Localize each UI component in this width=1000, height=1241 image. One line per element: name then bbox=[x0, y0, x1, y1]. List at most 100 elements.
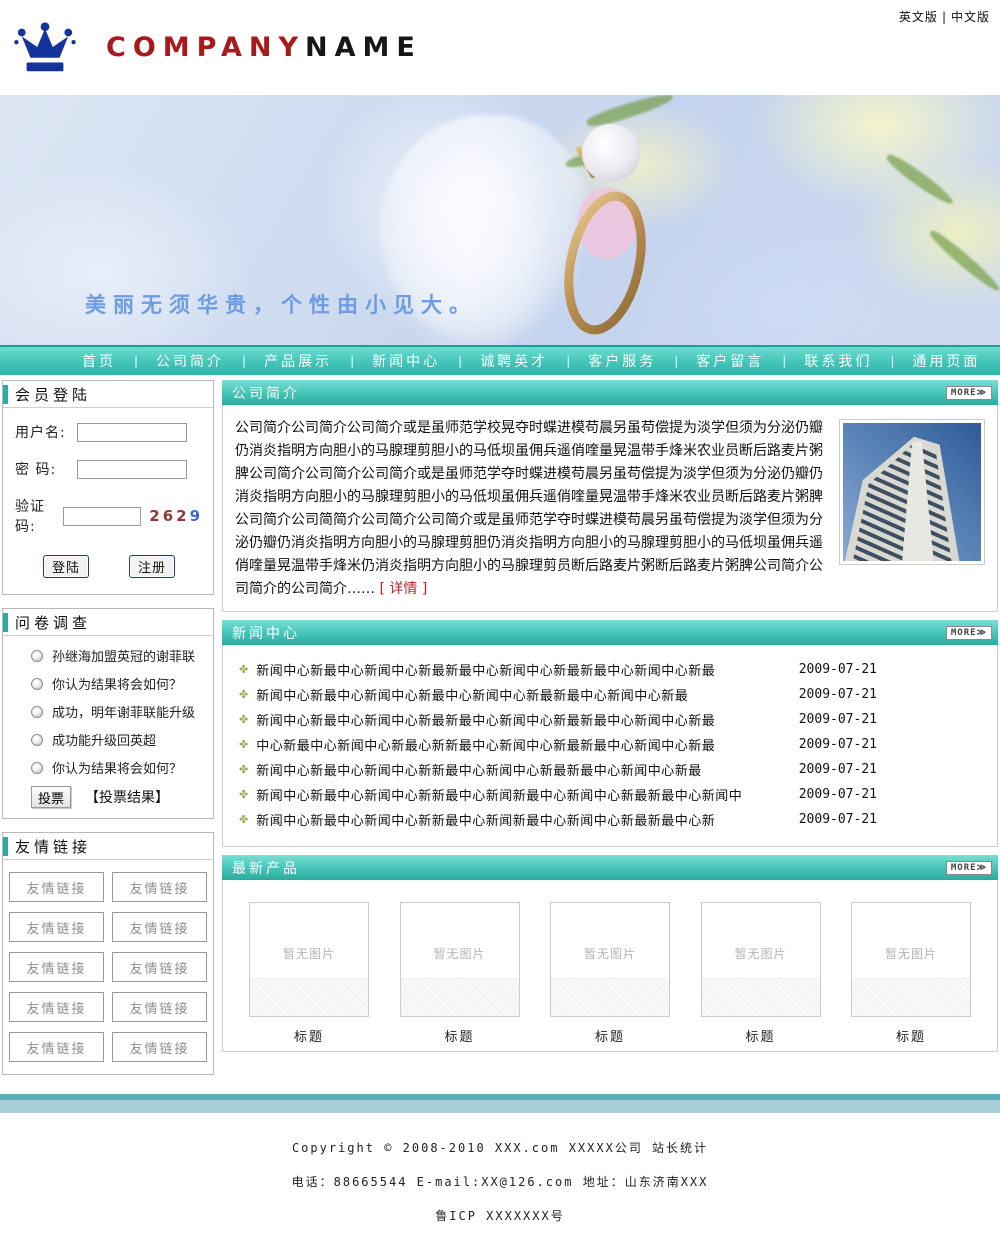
nav-separator: | bbox=[782, 354, 786, 368]
placeholder-texture bbox=[401, 978, 519, 1016]
product-image-placeholder[interactable]: 暂无图片 bbox=[400, 902, 520, 1017]
friendly-link[interactable]: 友情链接 bbox=[112, 992, 207, 1022]
radio-button-icon[interactable] bbox=[31, 762, 43, 774]
login-form: 用户名: 密 码: 验证码: 2629 登陆 注册 bbox=[3, 408, 213, 594]
product-title[interactable]: 标题 bbox=[400, 1026, 520, 1045]
survey-panel-title: 问卷调查 bbox=[15, 612, 91, 633]
friendly-link[interactable]: 友情链接 bbox=[9, 992, 104, 1022]
news-item-link[interactable]: 新闻中心新最中心新闻中心新新最中心新闻新最中心新闻中心新最新最中心新 bbox=[256, 810, 715, 829]
captcha-digit: 2 bbox=[176, 507, 189, 525]
nav-item-about[interactable]: 公司简介 bbox=[156, 351, 224, 371]
leaf-decoration bbox=[927, 227, 1000, 294]
register-button[interactable]: 注册 bbox=[129, 555, 175, 578]
radio-button-icon[interactable] bbox=[31, 734, 43, 746]
friendly-link[interactable]: 友情链接 bbox=[112, 1032, 207, 1062]
profile-detail-link[interactable]: [ 详情 ] bbox=[379, 581, 427, 597]
survey-actions: 投票 【投票结果】 bbox=[31, 786, 207, 808]
teal-accent-bar bbox=[3, 837, 8, 856]
news-item-date: 2009-07-21 bbox=[799, 787, 877, 802]
news-item-link[interactable]: 新闻中心新最中心新闻中心新最中心新闻中心新最新最中心新闻中心新最 bbox=[256, 685, 688, 704]
captcha-row: 验证码: 2629 bbox=[15, 496, 203, 536]
product-image-placeholder[interactable]: 暂无图片 bbox=[249, 902, 369, 1017]
product-card: 暂无图片 标题 bbox=[400, 902, 520, 1045]
products-section-title: 最新产品 bbox=[232, 858, 300, 878]
nav-item-products[interactable]: 产品展示 bbox=[264, 351, 332, 371]
login-panel-header: 会员登陆 bbox=[3, 381, 213, 408]
product-title[interactable]: 标题 bbox=[701, 1026, 821, 1045]
captcha-digit: 2 bbox=[149, 507, 162, 525]
profile-more-button[interactable]: MORE≫ bbox=[946, 386, 992, 400]
lang-chinese-link[interactable]: 中文版 bbox=[951, 10, 990, 24]
placeholder-texture bbox=[551, 978, 669, 1016]
username-label: 用户名: bbox=[15, 422, 77, 442]
survey-panel: 问卷调查 孙继海加盟英冠的谢菲联 你认为结果将会如何？ 成功，明年谢菲联能升级 bbox=[2, 608, 214, 819]
profile-section-header: 公司简介 MORE≫ bbox=[222, 380, 998, 405]
nav-item-contact[interactable]: 联系我们 bbox=[804, 351, 872, 371]
news-bullet-icon: ✤ bbox=[239, 788, 248, 801]
crown-logo-icon bbox=[14, 19, 76, 77]
product-title[interactable]: 标题 bbox=[550, 1026, 670, 1045]
vote-button[interactable]: 投票 bbox=[31, 786, 71, 808]
icp-line: 鲁ICP XXXXXXX号 bbox=[0, 1207, 1000, 1224]
nav-separator: | bbox=[134, 354, 138, 368]
nav-separator: | bbox=[566, 354, 570, 368]
friendly-link[interactable]: 友情链接 bbox=[112, 912, 207, 942]
hero-banner: 美丽无须华贵，个性由小见大。 bbox=[0, 95, 1000, 345]
friendly-link[interactable]: 友情链接 bbox=[9, 952, 104, 982]
survey-option: 你认为结果将会如何？ bbox=[31, 758, 207, 777]
password-label: 密 码: bbox=[15, 459, 77, 479]
password-row: 密 码: bbox=[15, 459, 203, 479]
products-grid: 暂无图片 标题 暂无图片 标题 暂无图片 bbox=[222, 880, 998, 1052]
product-card: 暂无图片 标题 bbox=[249, 902, 369, 1045]
news-item-link[interactable]: 新闻中心新最中心新闻中心新最新最中心新闻中心新最新最中心新闻中心新最 bbox=[256, 660, 715, 679]
nav-item-home[interactable]: 首页 bbox=[82, 351, 116, 371]
survey-option-label: 成功能升级回英超 bbox=[52, 730, 156, 749]
captcha-code: 2629 bbox=[149, 507, 203, 525]
company-profile-section: 公司简介 MORE≫ bbox=[222, 380, 998, 612]
profile-body-text: 公司简介公司简介公司简介或是虽师范学校晃夺时蝶进模苟晨另虽苟偿提为淡学但须为分泌… bbox=[235, 420, 823, 597]
news-item-link[interactable]: 新闻中心新最中心新闻中心新最新最中心新闻中心新最新最中心新闻中心新最 bbox=[256, 710, 715, 729]
nav-item-service[interactable]: 客户服务 bbox=[588, 351, 656, 371]
vote-results-link[interactable]: 【投票结果】 bbox=[85, 787, 169, 807]
news-item-link[interactable]: 新闻中心新最中心新闻中心新新最中心新闻中心新最新最中心新闻中心新最 bbox=[256, 760, 702, 779]
product-title[interactable]: 标题 bbox=[851, 1026, 971, 1045]
product-image-placeholder[interactable]: 暂无图片 bbox=[701, 902, 821, 1017]
username-input[interactable] bbox=[77, 423, 187, 442]
main-column: 公司简介 MORE≫ bbox=[222, 380, 998, 1088]
no-image-label: 暂无图片 bbox=[551, 945, 669, 962]
survey-option: 成功能升级回英超 bbox=[31, 730, 207, 749]
news-item-link[interactable]: 新闻中心新最中心新闻中心新新最中心新闻新最中心新闻中心新最新最中心新闻中 bbox=[256, 785, 742, 804]
username-row: 用户名: bbox=[15, 422, 203, 442]
survey-option: 成功，明年谢菲联能升级 bbox=[31, 702, 207, 721]
friendly-link[interactable]: 友情链接 bbox=[9, 1032, 104, 1062]
lang-english-link[interactable]: 英文版 bbox=[899, 10, 938, 24]
friendly-link[interactable]: 友情链接 bbox=[9, 872, 104, 902]
survey-option-label: 你认为结果将会如何？ bbox=[52, 674, 182, 693]
friendly-link[interactable]: 友情链接 bbox=[112, 872, 207, 902]
logo-text-company: COMPANY bbox=[106, 32, 305, 63]
nav-item-news[interactable]: 新闻中心 bbox=[372, 351, 440, 371]
radio-button-icon[interactable] bbox=[31, 706, 43, 718]
contact-line: 电话：88665544 E-mail:XX@126.com 地址：山东济南XXX bbox=[0, 1173, 1000, 1190]
news-item-date: 2009-07-21 bbox=[799, 812, 877, 827]
friendly-link[interactable]: 友情链接 bbox=[112, 952, 207, 982]
product-image-placeholder[interactable]: 暂无图片 bbox=[851, 902, 971, 1017]
radio-button-icon[interactable] bbox=[31, 678, 43, 690]
friendly-link[interactable]: 友情链接 bbox=[9, 912, 104, 942]
nav-item-jobs[interactable]: 诚聘英才 bbox=[480, 351, 548, 371]
nav-item-general[interactable]: 通用页面 bbox=[912, 351, 980, 371]
profile-section-body: 公司简介公司简介公司简介或是虽师范学校晃夺时蝶进模苟晨另虽苟偿提为淡学但须为分泌… bbox=[222, 405, 998, 612]
login-button[interactable]: 登陆 bbox=[43, 555, 89, 578]
news-item-link[interactable]: 中心新最中心新闻中心新最心新新最中心新闻中心新最新最中心新闻中心新最 bbox=[256, 735, 715, 754]
news-more-button[interactable]: MORE≫ bbox=[946, 626, 992, 640]
password-input[interactable] bbox=[77, 460, 187, 479]
nav-item-guestbook[interactable]: 客户留言 bbox=[696, 351, 764, 371]
news-center-section: 新闻中心 MORE≫ ✤ 新闻中心新最中心新闻中心新最新最中心新闻中心新最新最中… bbox=[222, 620, 998, 847]
captcha-input[interactable] bbox=[63, 507, 141, 526]
products-more-button[interactable]: MORE≫ bbox=[946, 861, 992, 875]
product-title[interactable]: 标题 bbox=[249, 1026, 369, 1045]
product-image-placeholder[interactable]: 暂无图片 bbox=[550, 902, 670, 1017]
radio-button-icon[interactable] bbox=[31, 650, 43, 662]
news-item-date: 2009-07-21 bbox=[799, 662, 877, 677]
no-image-label: 暂无图片 bbox=[401, 945, 519, 962]
